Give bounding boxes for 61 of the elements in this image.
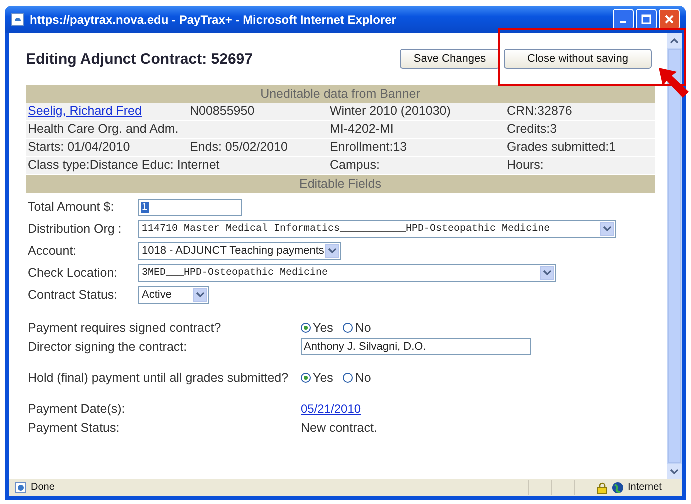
field-label: Check Location: (27, 266, 119, 280)
radio-label: Yes (313, 370, 334, 384)
date-link[interactable]: 05/21/2010 (301, 402, 362, 416)
scrollbar[interactable] (667, 33, 682, 479)
field-label: Payment Date(s): (27, 402, 126, 416)
scroll-down-icon[interactable] (667, 464, 682, 479)
field-label: Payment Status: (27, 420, 121, 434)
info-cell-text: Credits:3 (506, 121, 558, 138)
close-icon (664, 14, 675, 25)
maximize-icon (641, 14, 652, 25)
field-label: Contract Status: (27, 288, 119, 302)
section-header: Editable Fields (26, 175, 655, 193)
radio-button[interactable] (301, 372, 311, 382)
info-cell-text: Winter 2010 (201030) (329, 103, 452, 120)
status-text: Done (31, 482, 55, 493)
input-field[interactable]: 1 (138, 198, 242, 216)
page-heading: Editing Adjunct Contract: 52697 (26, 50, 254, 68)
radio-button[interactable] (343, 322, 354, 332)
dropdown[interactable]: 114710 Master Medical Informatics___________HPD-Osteopathic Medicine (138, 220, 616, 238)
scroll-thumb[interactable] (668, 49, 681, 463)
radio-label: No (355, 370, 372, 384)
radio-label: Yes (313, 320, 334, 334)
field-label: Distribution Org : (27, 222, 123, 236)
info-cell-text: Enrollment:13 (329, 139, 408, 156)
name-link[interactable]: Seelig, Richard Fred (26, 103, 188, 120)
page-icon (15, 482, 27, 494)
minimize-button[interactable] (613, 9, 634, 30)
save-button[interactable]: Save Changes (400, 49, 500, 69)
field-label: Account: (27, 244, 78, 258)
close-without-saving-button[interactable]: Close without saving (504, 49, 652, 69)
lock-icon (597, 482, 608, 494)
field-label: Total Amount $: (27, 200, 116, 214)
field-label: Hold (final) payment until all grades submitted? (27, 370, 290, 384)
info-cell-text: Campus: (329, 157, 382, 174)
info-cell-text: Hours: (506, 157, 545, 174)
maximize-button[interactable] (636, 9, 657, 30)
info-cell-text: Grades submitted:1 (506, 139, 618, 156)
status-text: New contract. (301, 420, 378, 434)
info-cell-text: Starts: 01/04/2010 (27, 139, 132, 156)
info-cell-text: N00855950 (189, 103, 256, 120)
scroll-up-icon[interactable] (667, 33, 682, 48)
info-cell-text: Health Care Org. and Adm. (27, 121, 180, 138)
radio-label: No (355, 320, 372, 334)
radio-button[interactable] (343, 372, 354, 382)
window-title: https://paytrax.nova.edu - PayTrax+ - Microsoft Internet Explorer (30, 12, 398, 26)
info-cell-text: Class type:Distance Educ: Internet (27, 157, 221, 174)
input-field[interactable]: Anthony J. Silvagni, D.O. (301, 338, 531, 355)
section-header: Uneditable data from Banner (26, 85, 655, 103)
info-cell-text: Ends: 05/02/2010 (189, 139, 289, 156)
dropdown[interactable]: 3MED___HPD-Osteopathic Medicine (138, 264, 556, 282)
field-label: Director signing the contract: (27, 340, 188, 354)
info-cell-text: MI-4202-MI (329, 121, 395, 138)
globe-icon (612, 482, 624, 494)
dropdown[interactable]: 1018 - ADJUNCT Teaching payments (138, 242, 341, 260)
info-cell-text: CRN:32876 (506, 103, 574, 120)
close-button[interactable] (659, 9, 680, 30)
field-label: Payment requires signed contract? (27, 320, 222, 334)
radio-button[interactable] (301, 322, 311, 332)
dropdown[interactable]: Active (138, 286, 209, 304)
page-icon (11, 12, 25, 26)
zone-text: Internet (628, 482, 663, 493)
